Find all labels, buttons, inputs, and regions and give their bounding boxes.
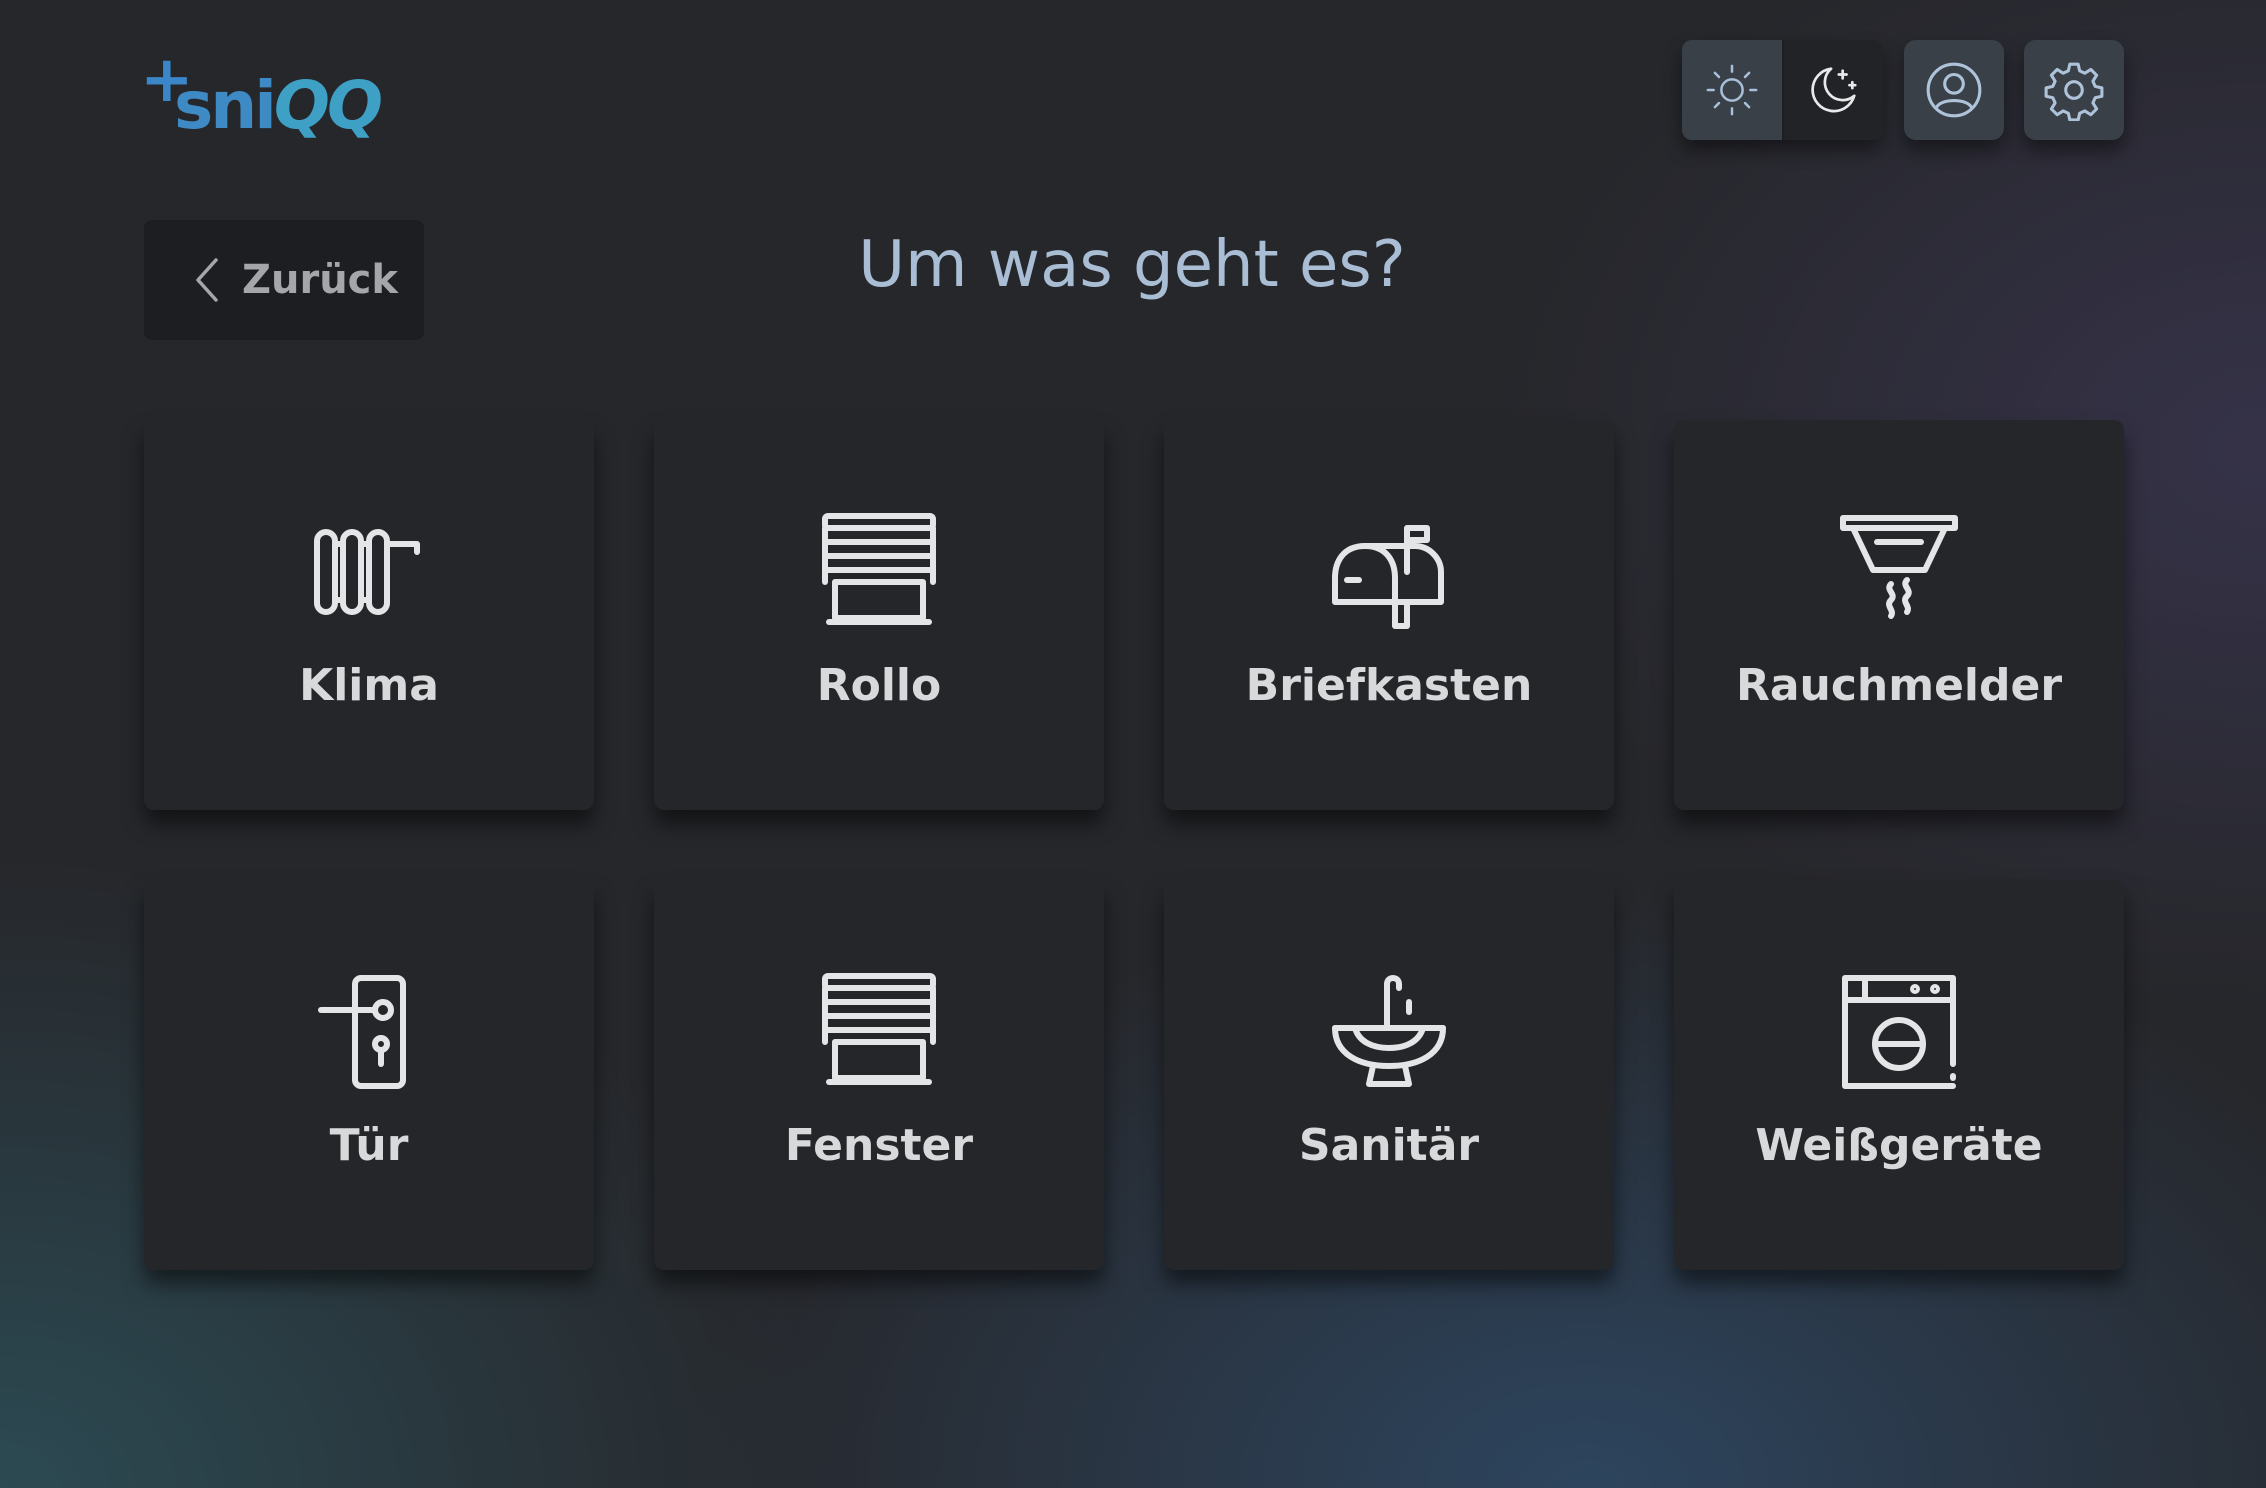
profile-button[interactable] <box>1904 40 2004 140</box>
settings-button[interactable] <box>2024 40 2124 140</box>
category-label: Weißgeräte <box>1755 1120 2043 1171</box>
back-button-label: Zurück <box>242 257 398 303</box>
door-handle-icon <box>318 975 406 1089</box>
user-circle-icon <box>1926 62 1982 118</box>
sun-icon <box>1706 64 1758 116</box>
category-tile-rollo[interactable]: Rollo <box>654 420 1104 810</box>
category-tile-tuer[interactable]: Tür <box>144 880 594 1270</box>
category-label: Fenster <box>784 1120 974 1171</box>
category-tile-briefkasten[interactable]: Briefkasten <box>1164 420 1614 810</box>
moon-stars-icon <box>1811 67 1857 113</box>
category-label: Rauchmelder <box>1735 660 2063 711</box>
roller-blind-icon <box>822 513 936 625</box>
logo-wordmark: sniQQ <box>174 67 383 144</box>
category-tile-sanitaer[interactable]: Sanitär <box>1164 880 1614 1270</box>
category-label: Tür <box>329 1120 409 1171</box>
back-button[interactable]: Zurück <box>144 220 424 340</box>
theme-toggle[interactable] <box>1682 40 1883 140</box>
sink-icon <box>1332 975 1446 1087</box>
sniqq-logo: + sniQQ <box>140 48 390 148</box>
gear-icon <box>2044 62 2104 121</box>
category-tile-klima[interactable]: Klima <box>144 420 594 810</box>
category-grid: Klima Rollo Briefkasten Rauchmelder Tür … <box>144 420 2124 1270</box>
category-tile-rauchmelder[interactable]: Rauchmelder <box>1674 420 2124 810</box>
washing-machine-icon <box>1842 975 1956 1089</box>
category-label: Briefkasten <box>1245 660 1533 711</box>
mailbox-icon <box>1332 525 1444 629</box>
smoke-detector-icon <box>1840 515 1958 619</box>
category-tile-fenster[interactable]: Fenster <box>654 880 1104 1270</box>
chevron-left-icon <box>196 258 218 302</box>
light-theme-button[interactable] <box>1682 40 1784 140</box>
category-label: Sanitär <box>1298 1120 1480 1171</box>
page-title: Um was geht es? <box>858 228 1406 302</box>
dark-theme-button[interactable] <box>1783 40 1883 140</box>
radiator-icon <box>314 529 420 615</box>
category-label: Rollo <box>816 660 942 711</box>
category-tile-weissgeraete[interactable]: Weißgeräte <box>1674 880 2124 1270</box>
window-blind-icon <box>822 973 936 1085</box>
category-label: Klima <box>299 660 439 711</box>
